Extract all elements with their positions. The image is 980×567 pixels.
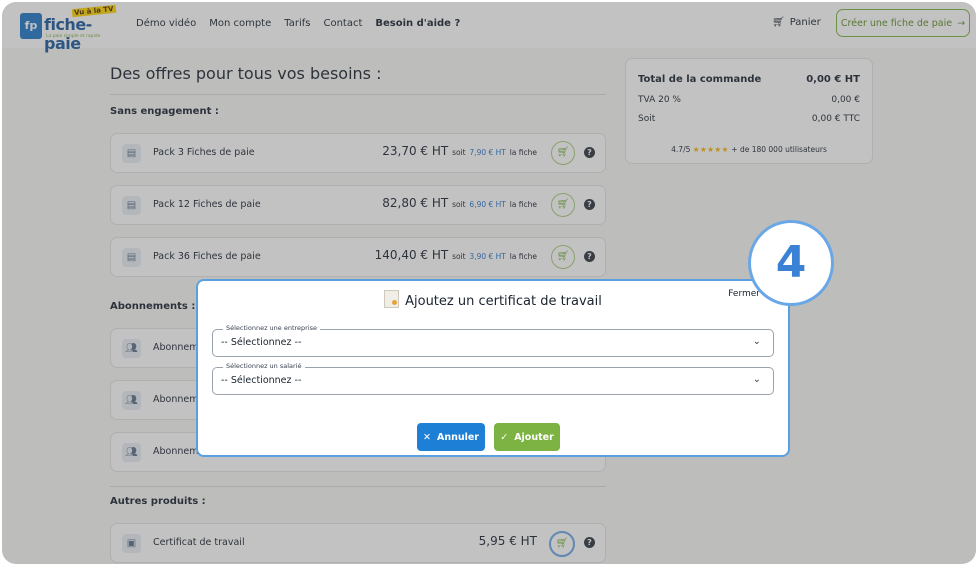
page-frame: fp fiche-paie Vu à la TV La paie simple … [2, 2, 976, 564]
employee-select[interactable]: Sélectionnez un salarié -- Sélectionnez … [212, 362, 774, 395]
close-icon: ✕ [423, 431, 431, 443]
cancel-button[interactable]: ✕ Annuler [417, 423, 485, 451]
step-badge: 4 [748, 220, 834, 306]
employee-legend: Sélectionnez un salarié [223, 362, 305, 370]
add-button[interactable]: ✓ Ajouter [494, 423, 560, 451]
close-button[interactable]: Fermer [728, 289, 760, 299]
check-icon: ✓ [500, 431, 509, 443]
certificate-icon [384, 290, 400, 308]
certificate-modal: Ajoutez un certificat de travail Fermer … [196, 279, 790, 457]
chevron-down-icon: ⌄ [752, 336, 761, 347]
company-value: -- Sélectionnez -- [221, 337, 302, 348]
company-legend: Sélectionnez une entreprise [223, 324, 321, 332]
employee-value: -- Sélectionnez -- [221, 375, 302, 386]
chevron-down-icon: ⌄ [752, 374, 761, 385]
modal-title: Ajoutez un certificat de travail [198, 290, 788, 309]
company-select[interactable]: Sélectionnez une entreprise -- Sélection… [212, 324, 774, 357]
